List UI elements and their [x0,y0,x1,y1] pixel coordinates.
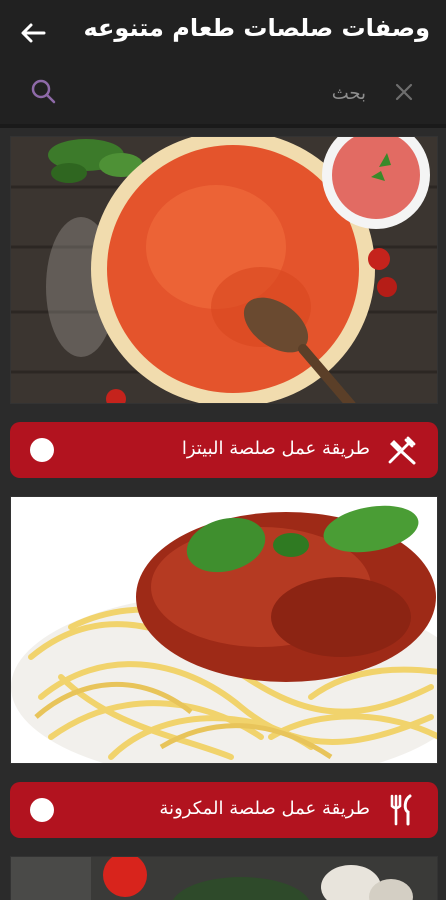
close-icon[interactable] [392,80,416,104]
recipe-list[interactable]: طريقة عمل صلصة البيتزا طريقة عمل صلصة ال… [0,128,446,900]
recipe-title: طريقة عمل صلصة المكرونة [159,798,370,819]
search-bar [0,66,446,124]
pasta-sauce-photo[interactable] [10,496,438,764]
recipe-title: طريقة عمل صلصة البيتزا [181,438,370,459]
recipe-card-pizza-sauce[interactable]: طريقة عمل صلصة البيتزا [10,422,438,478]
recipe-card-pasta-sauce[interactable]: طريقة عمل صلصة المكرونة [10,782,438,838]
fork-knife-icon [388,436,416,465]
bullet-icon [30,798,54,822]
fork-knife-icon [390,794,412,826]
search-icon[interactable] [30,78,56,104]
page-title: وصفات صلصات طعام متنوعه [83,14,430,42]
pizza-sauce-photo[interactable] [10,136,438,404]
bullet-icon [30,438,54,462]
search-input[interactable] [66,78,366,108]
recipe-photo[interactable] [10,856,438,900]
arrow-left-icon[interactable] [18,18,48,48]
app-bar: وصفات صلصات طعام متنوعه [0,0,446,66]
